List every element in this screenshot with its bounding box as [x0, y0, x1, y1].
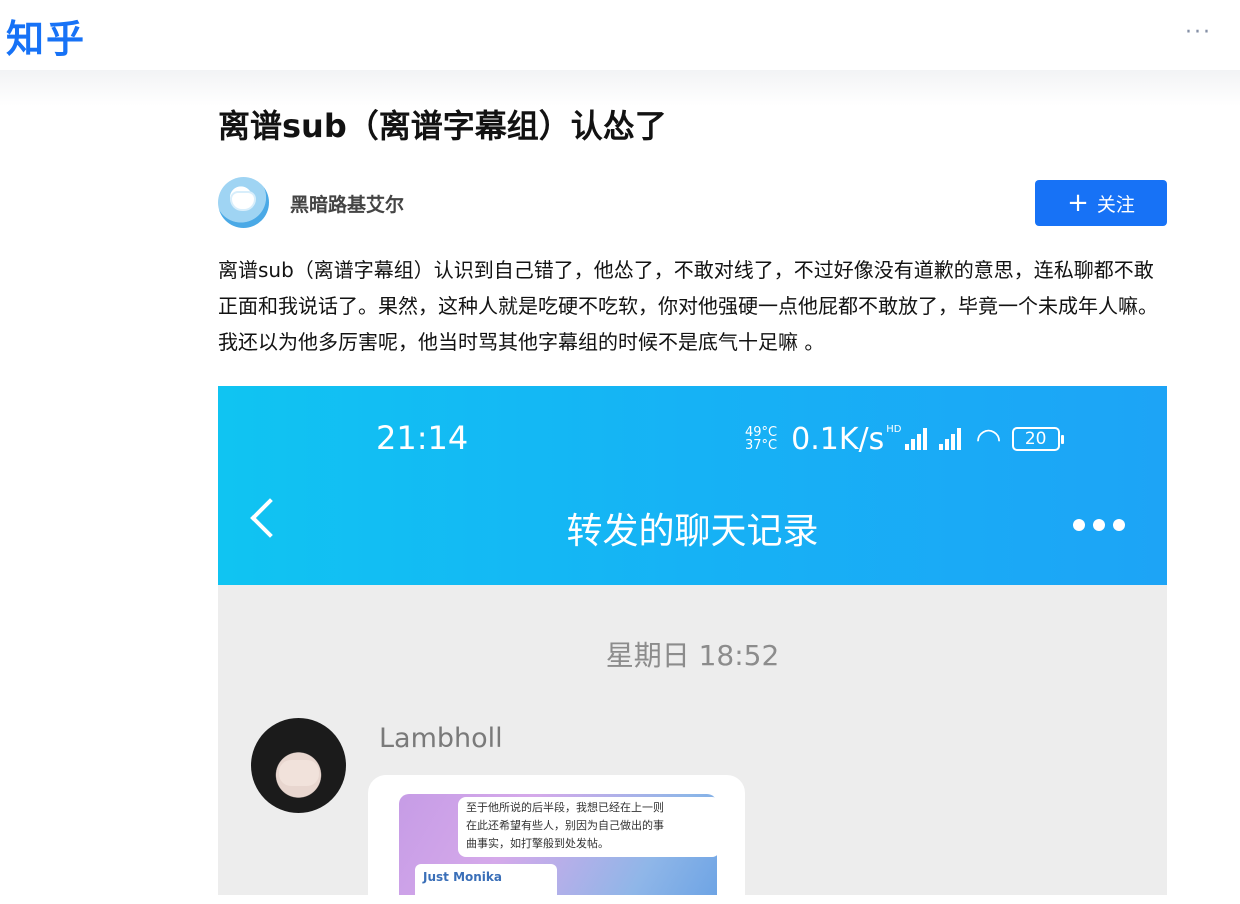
phone-header: 21:14 49°C 37°C 0.1K/s HD ◠ 20 转发的聊天记录 [218, 386, 1167, 585]
hd-label: HD [886, 423, 902, 435]
network-speed: 0.1K/s [791, 421, 885, 457]
message-line-2: 在此还希望有些人，别因为自己做出的事 [466, 819, 664, 832]
status-time: 21:14 [376, 419, 469, 457]
author-name[interactable]: 黑暗路基艾尔 [290, 190, 404, 217]
article-title: 离谱sub（离谱字幕组）认怂了 [218, 107, 667, 145]
top-bar: 知乎 ··· [0, 0, 1240, 70]
header-shadow [0, 70, 1240, 106]
author-row: 黑暗路基艾尔 + 关注 [218, 176, 1167, 228]
signal-icon-2 [939, 428, 962, 450]
more-dots-icon [1073, 519, 1125, 531]
status-indicators: 49°C 37°C 0.1K/s HD ◠ 20 [745, 419, 1064, 459]
message-line-1: 至于他所说的后半段，我想已经在上一则 [466, 801, 664, 814]
author-avatar[interactable] [218, 177, 269, 228]
date-label: 星期日 18:52 [605, 639, 780, 672]
embedded-screenshot: 21:14 49°C 37°C 0.1K/s HD ◠ 20 转发的聊天记录 星… [218, 386, 1167, 895]
sender-avatar [251, 718, 346, 813]
chat-record-title: 转发的聊天记录 [566, 511, 819, 552]
battery-icon: 20 [1011, 427, 1064, 451]
wifi-icon: ◠ [975, 421, 1002, 457]
plus-icon: + [1067, 188, 1089, 218]
follow-button[interactable]: + 关注 [1035, 180, 1167, 226]
quoted-card: Just Monika [415, 864, 557, 895]
message-image-text: 至于他所说的后半段，我想已经在上一则 在此还希望有些人，别因为自己做出的事 曲事… [458, 797, 720, 857]
more-options-icon[interactable]: ··· [1185, 20, 1212, 45]
message-line-3: 曲事实，如打擎般到处发帖。 [466, 837, 609, 850]
follow-button-label: 关注 [1096, 193, 1135, 216]
article-body: 离谱sub（离谱字幕组）认识到自己错了，他怂了，不敢对线了，不过好像没有道歉的意… [218, 258, 1158, 354]
zhihu-logo[interactable]: 知乎 [6, 8, 86, 63]
temp-low: 37°C [745, 438, 778, 453]
quoted-name: Just Monika [423, 870, 502, 884]
sender-name: Lambholl [379, 723, 503, 754]
signal-icon [905, 428, 928, 450]
temperature-readout: 49°C 37°C [745, 426, 777, 452]
